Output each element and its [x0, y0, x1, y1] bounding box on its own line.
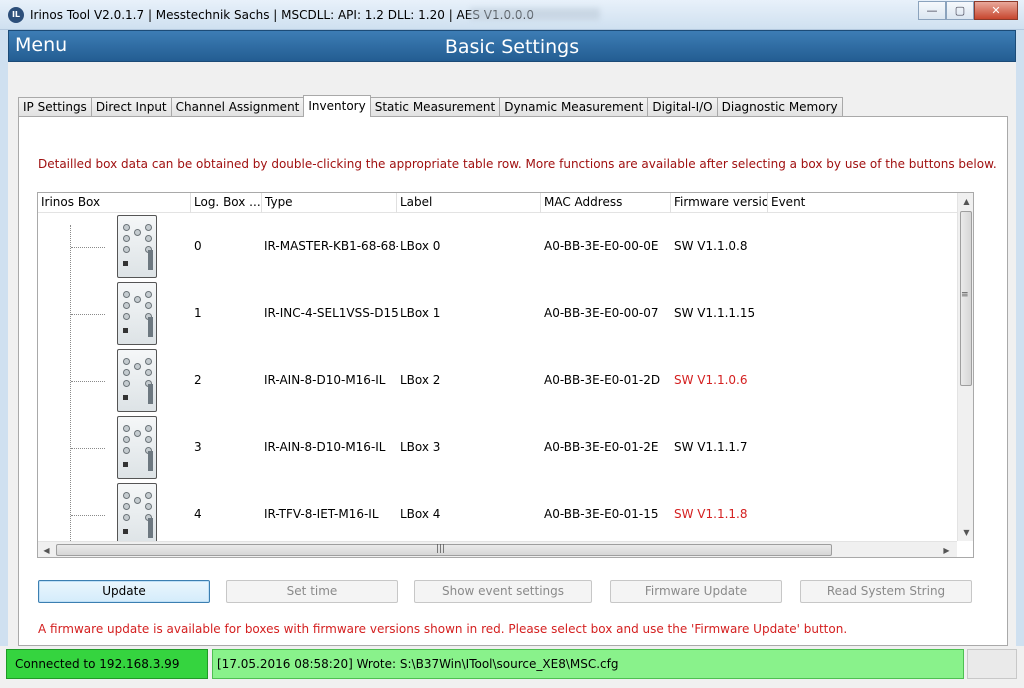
tree-connector	[71, 314, 105, 315]
close-button[interactable]: ✕	[974, 1, 1018, 20]
main-content: IP Settings Direct Input Channel Assignm…	[8, 62, 1016, 646]
cell-firmware-version: SW V1.1.1.15	[674, 306, 756, 320]
inventory-table[interactable]: Irinos Box Log. Box ... Type Label MAC A…	[37, 192, 974, 558]
tab-ip-settings[interactable]: IP Settings	[18, 97, 92, 117]
tab-dynamic-measurement[interactable]: Dynamic Measurement	[499, 97, 649, 117]
cell-log-box: 2	[194, 373, 202, 387]
cell-log-box: 4	[194, 507, 202, 521]
column-header-irinos-box[interactable]: Irinos Box	[38, 193, 191, 213]
connection-status: Connected to 192.168.3.99	[6, 649, 208, 679]
minimize-button[interactable]: —	[918, 1, 946, 20]
tab-digital-io[interactable]: Digital-I/O	[647, 97, 718, 117]
tree-connector	[71, 381, 105, 382]
column-header-log-box[interactable]: Log. Box ...	[191, 193, 262, 213]
column-header-mac-address[interactable]: MAC Address	[541, 193, 671, 213]
scroll-left-arrow-icon[interactable]: ◀	[38, 542, 55, 557]
tab-inventory[interactable]: Inventory	[303, 95, 371, 117]
cell-firmware-version: SW V1.1.1.8	[674, 507, 748, 521]
horizontal-scrollbar[interactable]: ◀ ||| ▶	[38, 541, 957, 557]
column-header-type[interactable]: Type	[262, 193, 397, 213]
tab-direct-input[interactable]: Direct Input	[90, 97, 172, 117]
cell-firmware-version: SW V1.1.1.7	[674, 440, 748, 454]
scroll-grip-horizontal-icon: |||	[436, 544, 446, 554]
info-text: Detailled box data can be obtained by do…	[38, 157, 997, 171]
read-system-string-button[interactable]: Read System String	[800, 580, 972, 603]
irinos-box-device-icon	[117, 416, 157, 479]
irinos-box-device-icon	[117, 349, 157, 412]
table-row[interactable]: 4 IR-TFV-8-IET-M16-IL LBox 4 A0-BB-3E-E0-01…	[38, 481, 957, 548]
table-row[interactable]: 0 IR-MASTER-KB1-68-68-3 LBox 0 A0-BB-3E-E0-…	[38, 213, 957, 280]
scroll-down-arrow-icon[interactable]: ▼	[958, 524, 973, 541]
cell-mac-address: A0-BB-3E-E0-01-2D	[544, 373, 661, 387]
column-header-firmware-version[interactable]: Firmware version	[671, 193, 768, 213]
cell-label: LBox 2	[400, 373, 441, 387]
table-row[interactable]: 1 IR-INC-4-SEL1VSS-D15F LBox 1 A0-BB-3E-E0-…	[38, 280, 957, 347]
column-header-event[interactable]: Event	[768, 193, 957, 213]
tab-strip: IP Settings Direct Input Channel Assignm…	[18, 95, 843, 117]
vertical-scrollbar[interactable]: ▲ ≡ ▼	[957, 193, 973, 541]
irinos-box-device-icon	[117, 215, 157, 278]
table-header: Irinos Box Log. Box ... Type Label MAC A…	[38, 193, 957, 213]
cell-log-box: 3	[194, 440, 202, 454]
page-title: Basic Settings	[444, 36, 580, 58]
show-event-settings-button[interactable]: Show event settings	[414, 580, 592, 603]
tree-connector	[71, 247, 105, 248]
column-header-label[interactable]: Label	[397, 193, 541, 213]
tree-connector	[71, 515, 105, 516]
cell-type: IR-AIN-8-D10-M16-IL	[264, 373, 386, 387]
status-end-panel	[967, 649, 1017, 679]
cell-mac-address: A0-BB-3E-E0-01-15	[544, 507, 659, 521]
tab-diagnostic-memory[interactable]: Diagnostic Memory	[716, 97, 843, 117]
scroll-right-arrow-icon[interactable]: ▶	[938, 542, 955, 557]
scroll-grip-icon: ≡	[961, 290, 969, 300]
cell-label: LBox 1	[400, 306, 441, 320]
cell-mac-address: A0-BB-3E-E0-00-07	[544, 306, 659, 320]
maximize-button[interactable]: ▢	[946, 1, 974, 20]
firmware-update-button[interactable]: Firmware Update	[610, 580, 782, 603]
cell-type: IR-MASTER-KB1-68-68-3	[264, 239, 398, 253]
app-logo-icon: IL	[8, 7, 24, 23]
cell-mac-address: A0-BB-3E-E0-01-2E	[544, 440, 659, 454]
blurred-title-area	[470, 8, 600, 20]
inventory-panel: Detailled box data can be obtained by do…	[18, 116, 1008, 646]
cell-type: IR-TFV-8-IET-M16-IL	[264, 507, 379, 521]
window-titlebar: IL Irinos Tool V2.0.1.7 | Messtechnik Sa…	[0, 0, 1024, 30]
cell-type: IR-INC-4-SEL1VSS-D15F	[264, 306, 398, 320]
table-row[interactable]: 3 IR-AIN-8-D10-M16-IL LBox 3 A0-BB-3E-E0-01…	[38, 414, 957, 481]
cell-firmware-version: SW V1.1.0.8	[674, 239, 748, 253]
scroll-up-arrow-icon[interactable]: ▲	[958, 193, 973, 210]
window-title: Irinos Tool V2.0.1.7 | Messtechnik Sachs…	[30, 8, 534, 22]
tab-static-measurement[interactable]: Static Measurement	[369, 97, 501, 117]
table-row[interactable]: 2 IR-AIN-8-D10-M16-IL LBox 2 A0-BB-3E-E0-01…	[38, 347, 957, 414]
status-bar: Connected to 192.168.3.99 [17.05.2016 08…	[0, 646, 1024, 688]
cell-label: LBox 3	[400, 440, 441, 454]
set-time-button[interactable]: Set time	[226, 580, 398, 603]
status-message: [17.05.2016 08:58:20] Wrote: S:\B37Win\I…	[212, 649, 964, 679]
tree-connector	[71, 448, 105, 449]
irinos-box-device-icon	[117, 282, 157, 345]
cell-mac-address: A0-BB-3E-E0-00-0E	[544, 239, 659, 253]
cell-firmware-version: SW V1.1.0.6	[674, 373, 748, 387]
window-controls: — ▢ ✕	[918, 1, 1018, 20]
irinos-box-device-icon	[117, 483, 157, 546]
cell-log-box: 1	[194, 306, 202, 320]
firmware-note: A firmware update is available for boxes…	[38, 622, 848, 636]
header-bar: Menu Basic Settings	[8, 30, 1016, 62]
tab-channel-assignment[interactable]: Channel Assignment	[170, 97, 305, 117]
cell-log-box: 0	[194, 239, 202, 253]
cell-label: LBox 4	[400, 507, 441, 521]
update-button[interactable]: Update	[38, 580, 210, 603]
cell-label: LBox 0	[400, 239, 441, 253]
cell-type: IR-AIN-8-D10-M16-IL	[264, 440, 386, 454]
